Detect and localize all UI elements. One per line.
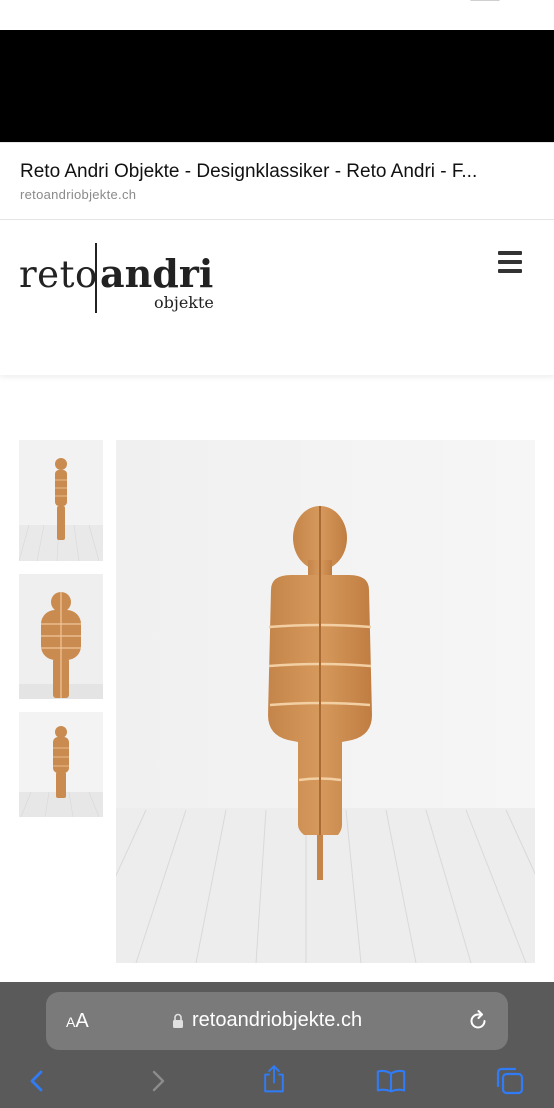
hamburger-menu-icon[interactable] xyxy=(498,251,524,275)
url-display[interactable]: retoandriobjekte.ch xyxy=(172,1009,362,1032)
aa-large: A xyxy=(75,1010,89,1032)
browser-toolbar: AA retoandriobjekte.ch xyxy=(0,982,554,1108)
thumbnail-front-full[interactable] xyxy=(19,440,103,561)
forward-icon[interactable] xyxy=(142,1066,174,1096)
logo-divider xyxy=(95,243,97,313)
logo-andri: andri xyxy=(100,251,214,296)
result-title[interactable]: Reto Andri Objekte - Designklassiker - R… xyxy=(20,161,540,183)
site-logo[interactable]: reto andri objekte xyxy=(19,241,219,316)
main-product-image[interactable] xyxy=(116,440,535,963)
reader-options-button[interactable]: AA xyxy=(66,1010,89,1033)
status-strip xyxy=(0,0,554,30)
result-domain: retoandriobjekte.ch xyxy=(20,187,137,202)
address-bar[interactable]: AA retoandriobjekte.ch xyxy=(46,992,508,1050)
lock-icon xyxy=(173,1013,183,1028)
reload-icon[interactable] xyxy=(466,1008,490,1032)
bookmarks-icon[interactable] xyxy=(375,1066,407,1096)
url-text: retoandriobjekte.ch xyxy=(192,1009,363,1031)
logo-reto: reto xyxy=(19,253,98,296)
video-banner[interactable] xyxy=(0,30,554,142)
tabs-icon[interactable] xyxy=(494,1066,526,1096)
back-icon[interactable] xyxy=(22,1066,54,1096)
aa-small: A xyxy=(66,1014,76,1030)
share-icon[interactable] xyxy=(258,1064,290,1094)
thumbnail-front-far[interactable] xyxy=(19,712,103,817)
search-result-header[interactable]: Reto Andri Objekte - Designklassiker - R… xyxy=(0,142,554,220)
thumbnail-close-up[interactable] xyxy=(19,574,103,699)
logo-objekte: objekte xyxy=(154,293,214,312)
site-header: reto andri objekte xyxy=(0,221,554,375)
page: Reto Andri Objekte - Designklassiker - R… xyxy=(0,0,554,1108)
status-bar-indicator xyxy=(470,0,500,1)
